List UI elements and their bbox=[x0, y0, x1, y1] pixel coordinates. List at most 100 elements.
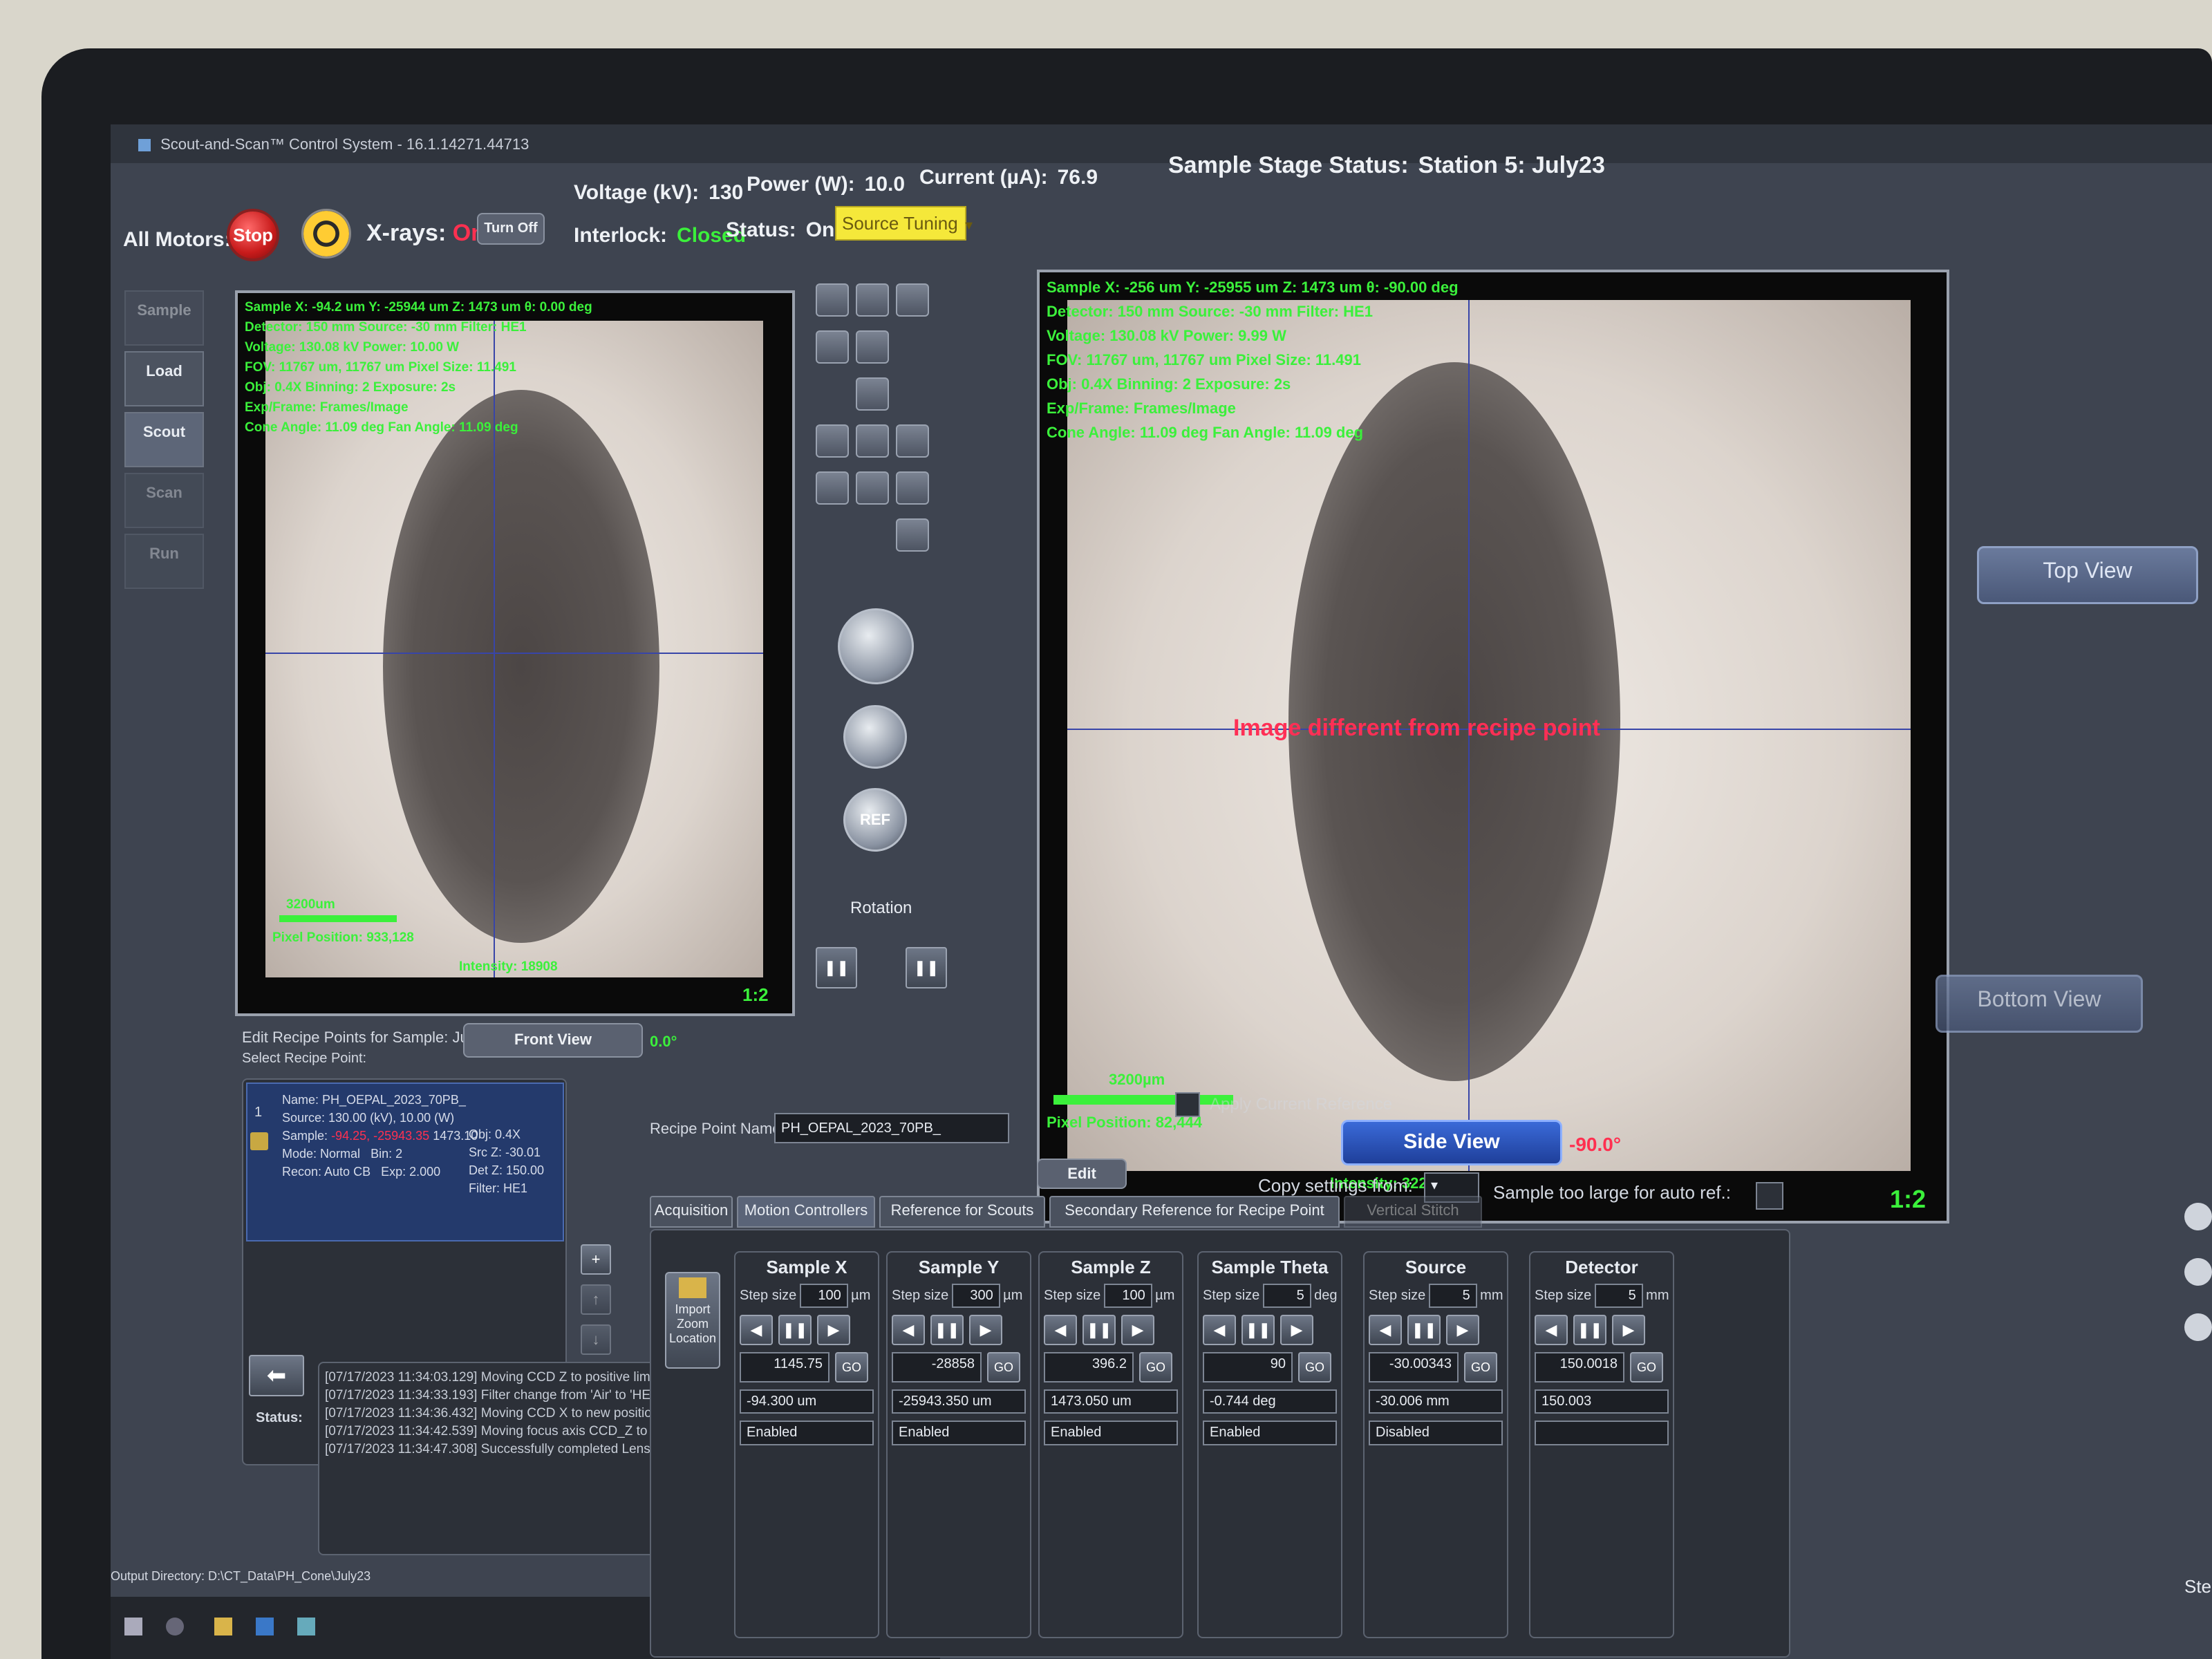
zoom-in-icon[interactable] bbox=[816, 283, 849, 317]
current-position: -30.006 mm bbox=[1369, 1389, 1503, 1414]
move-down-icon[interactable]: ↓ bbox=[581, 1324, 611, 1355]
go-button[interactable]: GO bbox=[1139, 1352, 1172, 1382]
sidebar-item-scan[interactable]: Scan bbox=[124, 473, 204, 528]
target-position-input[interactable]: -30.00343 bbox=[1369, 1352, 1459, 1382]
step-size-input[interactable]: 100 bbox=[1103, 1284, 1152, 1308]
step-minus-button[interactable]: ◀ bbox=[1044, 1315, 1077, 1345]
recipe-save-icon[interactable] bbox=[250, 1132, 268, 1150]
step-minus-button[interactable]: ◀ bbox=[1369, 1315, 1402, 1345]
ref-button[interactable]: REF bbox=[843, 788, 907, 852]
step-size-input[interactable]: 5 bbox=[1428, 1284, 1477, 1308]
mode-select[interactable]: Source Tuning ▼ bbox=[835, 206, 975, 241]
import-zoom-button[interactable]: Import Zoom Location bbox=[665, 1272, 720, 1369]
tab-motion-controllers[interactable]: Motion Controllers bbox=[737, 1196, 875, 1228]
go-button[interactable]: GO bbox=[1630, 1352, 1663, 1382]
step-plus-button[interactable]: ▶ bbox=[1280, 1315, 1313, 1345]
open-folder-icon[interactable] bbox=[896, 471, 929, 505]
status-value: On bbox=[805, 218, 835, 241]
print-icon[interactable] bbox=[816, 471, 849, 505]
camera-acquire-button[interactable] bbox=[838, 608, 914, 684]
expand-icon[interactable] bbox=[2184, 1203, 2212, 1230]
file-explorer-icon[interactable] bbox=[214, 1618, 232, 1635]
step-plus-button[interactable]: ▶ bbox=[817, 1315, 850, 1345]
step-minus-button[interactable]: ◀ bbox=[1203, 1315, 1236, 1345]
apply-reference-checkbox[interactable] bbox=[1175, 1092, 1200, 1117]
ruler-icon[interactable] bbox=[856, 424, 889, 458]
tab-acquisition[interactable]: Acquisition bbox=[650, 1196, 733, 1228]
side-scale-bar bbox=[1053, 1095, 1233, 1105]
tab-reference-for-scouts[interactable]: Reference for Scouts bbox=[879, 1196, 1045, 1228]
stop-motion-button[interactable]: ❚❚ bbox=[1407, 1315, 1441, 1345]
target-position-input[interactable]: -28858 bbox=[892, 1352, 982, 1382]
too-large-checkbox[interactable] bbox=[1756, 1182, 1783, 1210]
side-overlay-line: Detector: 150 mm Source: -30 mm Filter: … bbox=[1047, 303, 1373, 320]
joystick-icon[interactable] bbox=[896, 518, 929, 552]
side-view-button[interactable]: Side View bbox=[1341, 1120, 1562, 1165]
stop-motion-button[interactable]: ❚❚ bbox=[778, 1315, 812, 1345]
side-view-panel[interactable]: Sample X: -256 um Y: -25955 um Z: 1473 u… bbox=[1037, 270, 1949, 1224]
pointer-icon[interactable] bbox=[856, 330, 889, 364]
step-plus-button[interactable]: ▶ bbox=[1446, 1315, 1479, 1345]
target-position-input[interactable]: 150.0018 bbox=[1535, 1352, 1624, 1382]
go-button[interactable]: GO bbox=[835, 1352, 868, 1382]
sidebar-item-scout[interactable]: Scout bbox=[124, 412, 204, 467]
stop-motion-button[interactable]: ❚❚ bbox=[1241, 1315, 1275, 1345]
front-view-button[interactable]: Front View bbox=[463, 1023, 643, 1058]
go-button[interactable]: GO bbox=[987, 1352, 1020, 1382]
sidebar-item-sample[interactable]: Sample bbox=[124, 290, 204, 346]
step-size-input[interactable]: 5 bbox=[1262, 1284, 1311, 1308]
step-minus-button[interactable]: ◀ bbox=[892, 1315, 925, 1345]
step-size-input[interactable]: 5 bbox=[1594, 1284, 1643, 1308]
recipe-card[interactable]: 1 Name: PH_OEPAL_2023_70PB_ Source: 130.… bbox=[246, 1082, 564, 1241]
app-taskbar-icon[interactable] bbox=[256, 1618, 274, 1635]
step-size-input[interactable]: 300 bbox=[951, 1284, 1000, 1308]
recipe-point-name-input[interactable] bbox=[774, 1113, 1009, 1143]
bottom-view-button[interactable]: Bottom View bbox=[1936, 975, 2143, 1033]
rotation-pause-left-button[interactable]: ❚❚ bbox=[816, 947, 857, 988]
histogram-icon[interactable] bbox=[856, 377, 889, 411]
rotation-pause-right-button[interactable]: ❚❚ bbox=[906, 947, 947, 988]
turn-off-button[interactable]: Turn Off bbox=[477, 213, 545, 245]
tab-vertical-stitch[interactable]: Vertical Stitch bbox=[1344, 1196, 1482, 1228]
step-plus-button[interactable]: ▶ bbox=[1121, 1315, 1154, 1345]
zoom-fit-icon[interactable] bbox=[896, 283, 929, 317]
stop-motion-button[interactable]: ❚❚ bbox=[1082, 1315, 1116, 1345]
step-minus-button[interactable]: ◀ bbox=[1535, 1315, 1568, 1345]
search-icon[interactable] bbox=[166, 1618, 184, 1635]
stop-button[interactable]: Stop bbox=[227, 209, 279, 261]
start-icon[interactable] bbox=[124, 1618, 142, 1635]
step-plus-button[interactable]: ▶ bbox=[969, 1315, 1002, 1345]
app-taskbar-icon[interactable] bbox=[297, 1618, 315, 1635]
target-position-input[interactable]: 90 bbox=[1203, 1352, 1293, 1382]
add-recipe-icon[interactable]: + bbox=[581, 1244, 611, 1275]
side-overlay: Sample X: -256 um Y: -25955 um Z: 1473 u… bbox=[1047, 275, 1459, 444]
move-up-icon[interactable]: ↑ bbox=[581, 1284, 611, 1315]
top-view-button[interactable]: Top View bbox=[1977, 546, 2198, 604]
go-button[interactable]: GO bbox=[1464, 1352, 1497, 1382]
stop-motion-button[interactable]: ❚❚ bbox=[1573, 1315, 1606, 1345]
front-view-panel[interactable]: Sample X: -94.2 um Y: -25944 um Z: 1473 … bbox=[235, 290, 795, 1016]
sidebar-item-run[interactable]: Run bbox=[124, 534, 204, 589]
zoom-out-icon[interactable] bbox=[856, 283, 889, 317]
frame-icon[interactable] bbox=[896, 424, 929, 458]
edit-recipe-button[interactable]: Edit bbox=[1037, 1159, 1127, 1189]
sidebar-item-load[interactable]: Load bbox=[124, 351, 204, 406]
go-button[interactable]: GO bbox=[1298, 1352, 1331, 1382]
expand-icon[interactable] bbox=[2184, 1258, 2212, 1286]
step-plus-button[interactable]: ▶ bbox=[1612, 1315, 1645, 1345]
rotation-label: Rotation bbox=[850, 899, 912, 917]
tab-secondary-reference[interactable]: Secondary Reference for Recipe Point bbox=[1049, 1196, 1340, 1228]
step-size-input[interactable]: 100 bbox=[799, 1284, 848, 1308]
collapse-icon[interactable] bbox=[2184, 1313, 2212, 1341]
target-position-input[interactable]: 396.2 bbox=[1044, 1352, 1134, 1382]
side-overlay-line: Obj: 0.4X Binning: 2 Exposure: 2s bbox=[1047, 375, 1291, 393]
target-position-input[interactable]: 1145.75 bbox=[740, 1352, 830, 1382]
stop-motion-button[interactable]: ❚❚ bbox=[930, 1315, 964, 1345]
back-arrow-button[interactable]: ⬅ bbox=[249, 1355, 304, 1396]
front-pixel-position: Pixel Position: 933,128 bbox=[272, 930, 414, 945]
step-minus-button[interactable]: ◀ bbox=[740, 1315, 773, 1345]
pan-hand-icon[interactable] bbox=[816, 330, 849, 364]
line-profile-icon[interactable] bbox=[816, 424, 849, 458]
snapshot-button[interactable] bbox=[843, 705, 907, 769]
save-image-icon[interactable] bbox=[856, 471, 889, 505]
